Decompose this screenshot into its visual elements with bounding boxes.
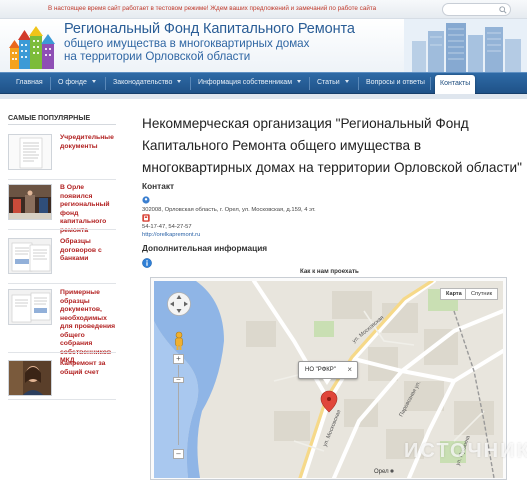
nav-item-contacts[interactable]: Контакты bbox=[435, 75, 476, 94]
map-type-map-button[interactable]: Карта bbox=[440, 288, 468, 300]
top-notice-bar: В настоящее время сайт работает в тестов… bbox=[0, 0, 527, 19]
search-input[interactable] bbox=[448, 5, 498, 15]
search-box[interactable] bbox=[442, 3, 511, 16]
nav-separator bbox=[430, 77, 431, 90]
phone-icon bbox=[142, 214, 150, 222]
popular-separator bbox=[8, 352, 116, 353]
nav-separator bbox=[105, 77, 106, 90]
site-title-line3: на территории Орловской области bbox=[64, 50, 251, 63]
chevron-down-icon bbox=[297, 80, 302, 83]
popular-item-wrap-caption[interactable]: Примерные образцы документов, необходимы… bbox=[8, 289, 116, 364]
city-dot bbox=[390, 469, 394, 473]
site-title-line2: общего имущества в многоквартирных домах bbox=[64, 37, 310, 50]
pan-control-icon[interactable] bbox=[166, 291, 192, 317]
map-heading: Как к нам проехать bbox=[300, 268, 359, 275]
document-icon bbox=[9, 239, 51, 273]
website-link[interactable]: http://orelkapremont.ru bbox=[142, 232, 200, 238]
nav-item-faq[interactable]: Вопросы и ответы bbox=[366, 73, 425, 94]
map-info-popup[interactable]: НО "РФКР" × bbox=[298, 361, 358, 385]
document-icon bbox=[9, 135, 51, 169]
popular-heading: САМЫЕ ПОПУЛЯРНЫЕ bbox=[8, 113, 91, 122]
city-label: Орел bbox=[374, 469, 389, 475]
nav-item-articles[interactable]: Статьи bbox=[317, 73, 349, 94]
map-popup-label: НО "РФКР" bbox=[305, 367, 336, 373]
site-title[interactable]: Региональный Фонд Капитального Ремонта о… bbox=[64, 21, 355, 64]
page-title: Некоммерческая организация "Региональный… bbox=[142, 116, 522, 175]
skyline-decoration-icon bbox=[404, 19, 527, 72]
extra-info-heading: Дополнительная информация bbox=[142, 243, 268, 253]
location-icon bbox=[142, 196, 150, 204]
popular-divider bbox=[8, 124, 116, 125]
popular-separator bbox=[8, 179, 116, 180]
contact-heading: Контакт bbox=[142, 181, 175, 191]
phone-text: 54-17-47, 54-27-57 bbox=[142, 224, 192, 230]
popular-item-caption[interactable]: Примерные образцы документов, необходимы… bbox=[60, 289, 118, 366]
logo-houses-icon[interactable] bbox=[8, 25, 58, 71]
street-view-pegman-icon[interactable] bbox=[173, 331, 185, 351]
zoom-out-button[interactable]: – bbox=[173, 449, 184, 459]
photo-thumbnail[interactable] bbox=[8, 184, 52, 220]
map-type-satellite-button[interactable]: Спутник bbox=[465, 288, 499, 300]
site-title-line1: Региональный Фонд Капитального Ремонта bbox=[64, 21, 355, 37]
search-icon[interactable] bbox=[499, 6, 507, 14]
nav-subbar bbox=[0, 94, 527, 99]
info-icon[interactable] bbox=[142, 258, 152, 268]
document-thumbnail[interactable] bbox=[8, 238, 52, 274]
zoom-slider-handle[interactable]: – bbox=[173, 376, 184, 383]
popular-item-caption[interactable]: Образцы договоров с банками bbox=[60, 238, 118, 264]
nav-separator bbox=[309, 77, 310, 90]
main-navigation: Главная О фонде Законодательство Информа… bbox=[0, 72, 527, 94]
person-thumbnail[interactable] bbox=[8, 360, 52, 396]
close-icon[interactable]: × bbox=[347, 362, 352, 378]
popular-separator bbox=[8, 283, 116, 284]
nav-item-legislation[interactable]: Законодательство bbox=[113, 73, 182, 94]
site-header: Региональный Фонд Капитального Ремонта о… bbox=[0, 19, 527, 72]
chevron-down-icon bbox=[177, 80, 182, 83]
nav-item-owners-info[interactable]: Информация собственникам bbox=[198, 73, 302, 94]
popular-separator bbox=[8, 399, 116, 400]
nav-separator bbox=[190, 77, 191, 90]
zoom-in-button[interactable]: + bbox=[173, 354, 184, 364]
document-thumbnail[interactable] bbox=[8, 134, 52, 170]
chevron-down-icon bbox=[344, 80, 349, 83]
person-photo-icon bbox=[9, 361, 51, 395]
chevron-down-icon bbox=[91, 80, 96, 83]
popular-item-caption[interactable]: Учредительные документы bbox=[60, 134, 118, 151]
popular-item-caption[interactable]: Капремонт за общий счет bbox=[60, 360, 118, 377]
nav-separator bbox=[50, 77, 51, 90]
test-mode-notice: В настоящее время сайт работает в тестов… bbox=[48, 5, 377, 12]
watermark-logo: ИСТОЧНИК bbox=[404, 440, 527, 462]
nav-item-home[interactable]: Главная bbox=[16, 73, 43, 94]
address-text: 302008, Орловская область, г. Орел, ул. … bbox=[142, 207, 316, 213]
nav-item-about[interactable]: О фонде bbox=[58, 73, 96, 94]
popular-item-caption[interactable]: В Орле появился региональный фонд капита… bbox=[60, 184, 118, 235]
photo-icon bbox=[9, 185, 51, 219]
nav-separator bbox=[358, 77, 359, 90]
popular-separator bbox=[8, 229, 116, 230]
